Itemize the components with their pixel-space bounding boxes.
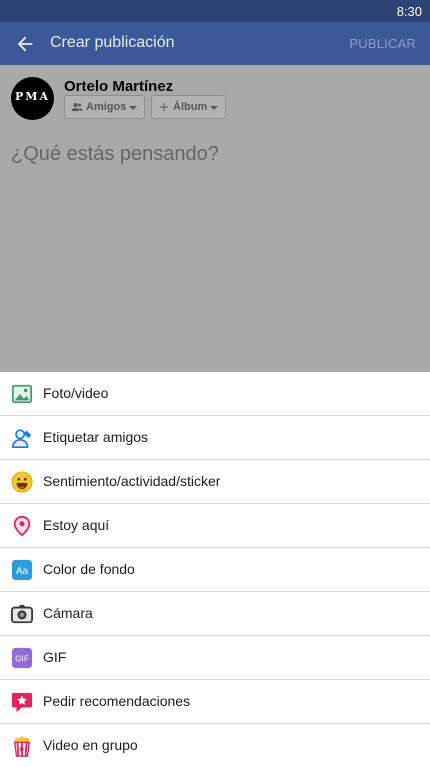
privacy-selector[interactable]: Amigos [64, 95, 145, 119]
menu-item-label: Sentimiento/actividad/sticker [43, 473, 221, 489]
plus-icon [160, 103, 168, 111]
post-text-input[interactable]: ¿Qué estás pensando? [11, 143, 219, 166]
menu-item-label: Estoy aquí [43, 517, 110, 533]
menu-item-recommendations[interactable]: Pedir recomendaciones [0, 680, 430, 724]
gif-icon: GIF [11, 647, 33, 669]
tag-friends-icon [12, 429, 32, 448]
menu-item-label: Foto/video [43, 385, 109, 401]
popcorn-icon [13, 736, 31, 757]
menu-item-gif[interactable]: GIF GIF [0, 636, 430, 680]
menu-item-camera[interactable]: Cámara [0, 592, 430, 636]
menu-item-label: Etiquetar amigos [43, 429, 149, 445]
avatar-logo: PMA [11, 89, 54, 106]
svg-text:PMA: PMA [15, 90, 50, 103]
page-title: Crear publicación [50, 34, 175, 51]
smiley-icon [11, 471, 33, 493]
status-time: 8:30 [396, 4, 422, 19]
user-name: Ortelo Martínez [64, 78, 174, 95]
avatar-logo-mark: PMA [15, 90, 50, 103]
attachment-menu: Foto/video Etiquetar amigos Sentimiento/… [0, 372, 430, 767]
svg-text:Aa: Aa [16, 566, 29, 577]
camera-icon [11, 604, 33, 624]
privacy-label: Amigos [86, 101, 127, 113]
app-bar: Crear publicación PUBLICAR [0, 22, 430, 65]
chevron-down-icon [210, 106, 218, 110]
menu-item-check-in[interactable]: Estoy aquí [0, 504, 430, 548]
menu-item-label: Cámara [43, 605, 93, 621]
menu-item-label: GIF [43, 649, 67, 665]
photo-icon [11, 384, 33, 404]
back-arrow-icon[interactable] [14, 33, 36, 55]
menu-item-tag-friends[interactable]: Etiquetar amigos [0, 416, 430, 460]
composer-area: PMA Ortelo Martínez Amigos Álbum ¿Qué es… [0, 65, 430, 372]
publish-button[interactable]: PUBLICAR [349, 36, 416, 51]
avatar[interactable]: PMA [11, 77, 54, 120]
menu-item-label: Pedir recomendaciones [43, 693, 191, 709]
location-pin-icon [13, 515, 31, 537]
recommendation-icon [11, 692, 33, 713]
menu-item-group-video[interactable]: Video en grupo [0, 724, 430, 767]
svg-text:GIF: GIF [15, 655, 29, 664]
chevron-down-icon [129, 106, 137, 110]
album-label: Álbum [173, 101, 208, 113]
menu-item-label: Video en grupo [43, 737, 138, 753]
text-color-icon: Aa [11, 559, 33, 581]
album-selector[interactable]: Álbum [151, 95, 226, 119]
friends-icon [71, 103, 83, 111]
menu-item-background-color[interactable]: Aa Color de fondo [0, 548, 430, 592]
menu-item-label: Color de fondo [43, 561, 135, 577]
status-bar: 8:30 [0, 0, 430, 22]
menu-item-photo-video[interactable]: Foto/video [0, 372, 430, 416]
menu-item-feeling[interactable]: Sentimiento/actividad/sticker [0, 460, 430, 504]
